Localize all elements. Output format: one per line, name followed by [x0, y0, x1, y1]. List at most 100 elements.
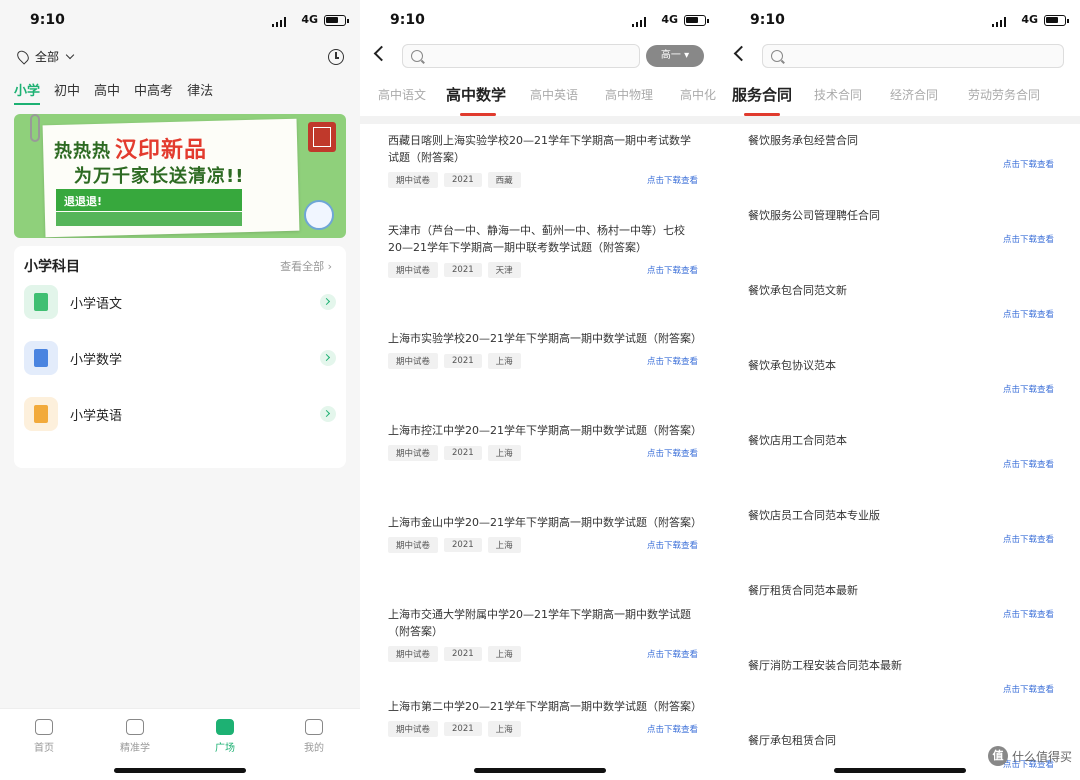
level-tab[interactable]: 高中: [94, 80, 120, 105]
contract-title: 餐厅租赁合同范本最新: [748, 584, 858, 597]
tab-item[interactable]: 广场: [195, 719, 255, 754]
calculator-icon: [24, 341, 58, 375]
category-tab[interactable]: 技术合同: [814, 86, 862, 103]
contract-item[interactable]: 餐饮服务公司管理聘任合同 点击下载查看: [748, 207, 1054, 267]
subject-label: 小学数学: [70, 352, 123, 368]
location-selector[interactable]: 全部: [14, 48, 75, 65]
contract-title: 餐饮店用工合同范本: [748, 434, 847, 447]
home-indicator: [474, 768, 606, 773]
document-tag: 2021: [444, 538, 482, 552]
tab-item[interactable]: 首页: [14, 719, 74, 754]
category-tab[interactable]: 高中化: [680, 86, 716, 103]
level-tab[interactable]: 律法: [187, 80, 213, 105]
document-meta: 期中试卷 2021 上海 点击下载查看: [388, 353, 698, 369]
tab-item[interactable]: 精准学: [105, 719, 165, 754]
category-tab[interactable]: 高中语文: [378, 86, 426, 103]
download-link[interactable]: 点击下载查看: [1003, 683, 1054, 695]
download-link[interactable]: 点击下载查看: [647, 539, 698, 551]
book-icon: [24, 285, 58, 319]
category-tab[interactable]: 高中物理: [605, 86, 653, 103]
document-tag: 期中试卷: [388, 353, 439, 369]
document-tag: 期中试卷: [388, 172, 439, 188]
level-tab[interactable]: 中高考: [134, 80, 173, 105]
search-input[interactable]: [762, 44, 1064, 68]
document-item[interactable]: 上海市控江中学20—21学年下学期高一期中数学试题（附答案） 期中试卷 2021 上海…: [388, 422, 702, 461]
contract-item[interactable]: 餐厅消防工程安装合同范本最新点击下载查看: [748, 657, 1054, 717]
download-link[interactable]: 点击下载查看: [647, 723, 698, 735]
grade-dropdown[interactable]: 高一 ▾: [646, 45, 704, 67]
download-link[interactable]: 点击下载查看: [1003, 383, 1054, 395]
download-link[interactable]: 点击下载查看: [647, 264, 698, 276]
view-all-link[interactable]: 查看全部 ›: [280, 258, 332, 274]
contract-item[interactable]: 餐饮承包合同范文新 点击下载查看: [748, 282, 1054, 342]
subject-label: 小学语文: [70, 296, 123, 312]
tab-label: 我的: [304, 743, 324, 754]
contract-item[interactable]: 餐饮服务承包经营合同 点击下载查看: [748, 132, 1054, 192]
category-tab[interactable]: 高中数学: [446, 84, 506, 105]
download-link[interactable]: 点击下载查看: [647, 174, 698, 186]
contract-item[interactable]: 餐厅租赁合同范本最新点击下载查看: [748, 582, 1054, 642]
download-link[interactable]: 点击下载查看: [1003, 158, 1054, 170]
search-input[interactable]: [402, 44, 640, 68]
document-item[interactable]: 天津市（芦台一中、静海一中、蓟州一中、杨村一中等）七校20—21学年下学期高一期…: [388, 222, 698, 278]
watermark: 值 什么值得买: [987, 746, 1072, 766]
document-tag: 期中试卷: [388, 445, 439, 461]
back-arrow-icon[interactable]: [373, 45, 390, 62]
tab-label: 首页: [34, 743, 54, 754]
document-tag: 上海: [487, 445, 521, 461]
category-tab[interactable]: 劳动劳务合同: [968, 86, 1040, 103]
document-item[interactable]: 上海市第二中学20—21学年下学期高一期中数学试题（附答案） 期中试卷 2021 上海…: [388, 698, 702, 737]
download-link[interactable]: 点击下载查看: [1003, 533, 1054, 545]
history-clock-icon[interactable]: [328, 49, 344, 65]
profile-icon: [305, 719, 323, 735]
level-tab[interactable]: 小学: [14, 80, 41, 105]
contract-item[interactable]: 餐饮店用工合同范本点击下载查看: [748, 432, 1054, 492]
banner-strip: 退退退!: [56, 189, 242, 211]
document-title: 上海市控江中学20—21学年下学期高一期中数学试题（附答案）: [388, 424, 702, 437]
level-tabs: 小学 初中 高中 中高考 律法: [14, 80, 213, 105]
contract-item[interactable]: 餐饮店员工合同范本专业版点击下载查看: [748, 507, 1054, 567]
back-arrow-icon[interactable]: [733, 45, 750, 62]
contract-item[interactable]: 餐饮承包协议范本 点击下载查看: [748, 357, 1054, 417]
category-tab[interactable]: 经济合同: [890, 86, 938, 103]
location-pin-icon: [14, 48, 32, 65]
tab-item[interactable]: 我的: [284, 719, 344, 754]
document-item[interactable]: 上海市金山中学20—21学年下学期高一期中数学试题（附答案） 期中试卷 2021 上海…: [388, 514, 702, 553]
download-link[interactable]: 点击下载查看: [1003, 608, 1054, 620]
document-title: 上海市交通大学附属中学20—21学年下学期高一期中数学试题（附答案）: [388, 608, 691, 638]
notebook-icon: [24, 397, 58, 431]
subject-label: 小学英语: [70, 408, 123, 424]
download-link[interactable]: 点击下载查看: [647, 648, 698, 660]
location-label: 全部: [35, 50, 60, 64]
subject-row[interactable]: 小学数学: [24, 338, 336, 378]
document-tag: 2021: [444, 173, 482, 187]
subject-row[interactable]: 小学语文: [24, 282, 336, 322]
download-link[interactable]: 点击下载查看: [1003, 233, 1054, 245]
document-title: 西藏日喀则上海实验学校20—21学年下学期高一期中考试数学试题（附答案）: [388, 134, 691, 164]
document-meta: 期中试卷 2021 上海 点击下载查看: [388, 721, 698, 737]
download-link[interactable]: 点击下载查看: [647, 447, 698, 459]
document-tag: 2021: [444, 722, 482, 736]
document-item[interactable]: 上海市交通大学附属中学20—21学年下学期高一期中数学试题（附答案） 期中试卷 20…: [388, 606, 698, 662]
subject-row[interactable]: 小学英语: [24, 394, 336, 434]
chevron-right-icon: [320, 294, 336, 310]
tab-label: 精准学: [120, 743, 150, 754]
level-tab[interactable]: 初中: [54, 80, 80, 105]
brand-seal-icon: [308, 122, 336, 152]
document-item[interactable]: 上海市实验学校20—21学年下学期高一期中数学试题（附答案） 期中试卷 2021 上海…: [388, 330, 702, 369]
contract-title: 餐厅消防工程安装合同范本最新: [748, 659, 902, 672]
download-link[interactable]: 点击下载查看: [647, 355, 698, 367]
home-indicator: [834, 768, 966, 773]
category-tabs: 服务合同 技术合同 经济合同 劳动劳务合同: [720, 80, 1080, 116]
download-link[interactable]: 点击下载查看: [1003, 308, 1054, 320]
document-item[interactable]: 西藏日喀则上海实验学校20—21学年下学期高一期中考试数学试题（附答案） 期中试卷…: [388, 132, 698, 188]
status-bar: 9:10 4G: [0, 0, 360, 40]
contract-title: 餐饮店员工合同范本专业版: [748, 509, 880, 522]
tab-label: 广场: [215, 743, 235, 754]
document-title: 上海市实验学校20—21学年下学期高一期中数学试题（附答案）: [388, 332, 702, 345]
watermark-logo-icon: 值: [987, 746, 1008, 766]
promo-banner[interactable]: 热热热 汉印新品 为万千家长送清凉!! 退退退!: [14, 114, 346, 238]
category-tab[interactable]: 服务合同: [732, 84, 792, 105]
category-tab[interactable]: 高中英语: [530, 86, 578, 103]
download-link[interactable]: 点击下载查看: [1003, 458, 1054, 470]
